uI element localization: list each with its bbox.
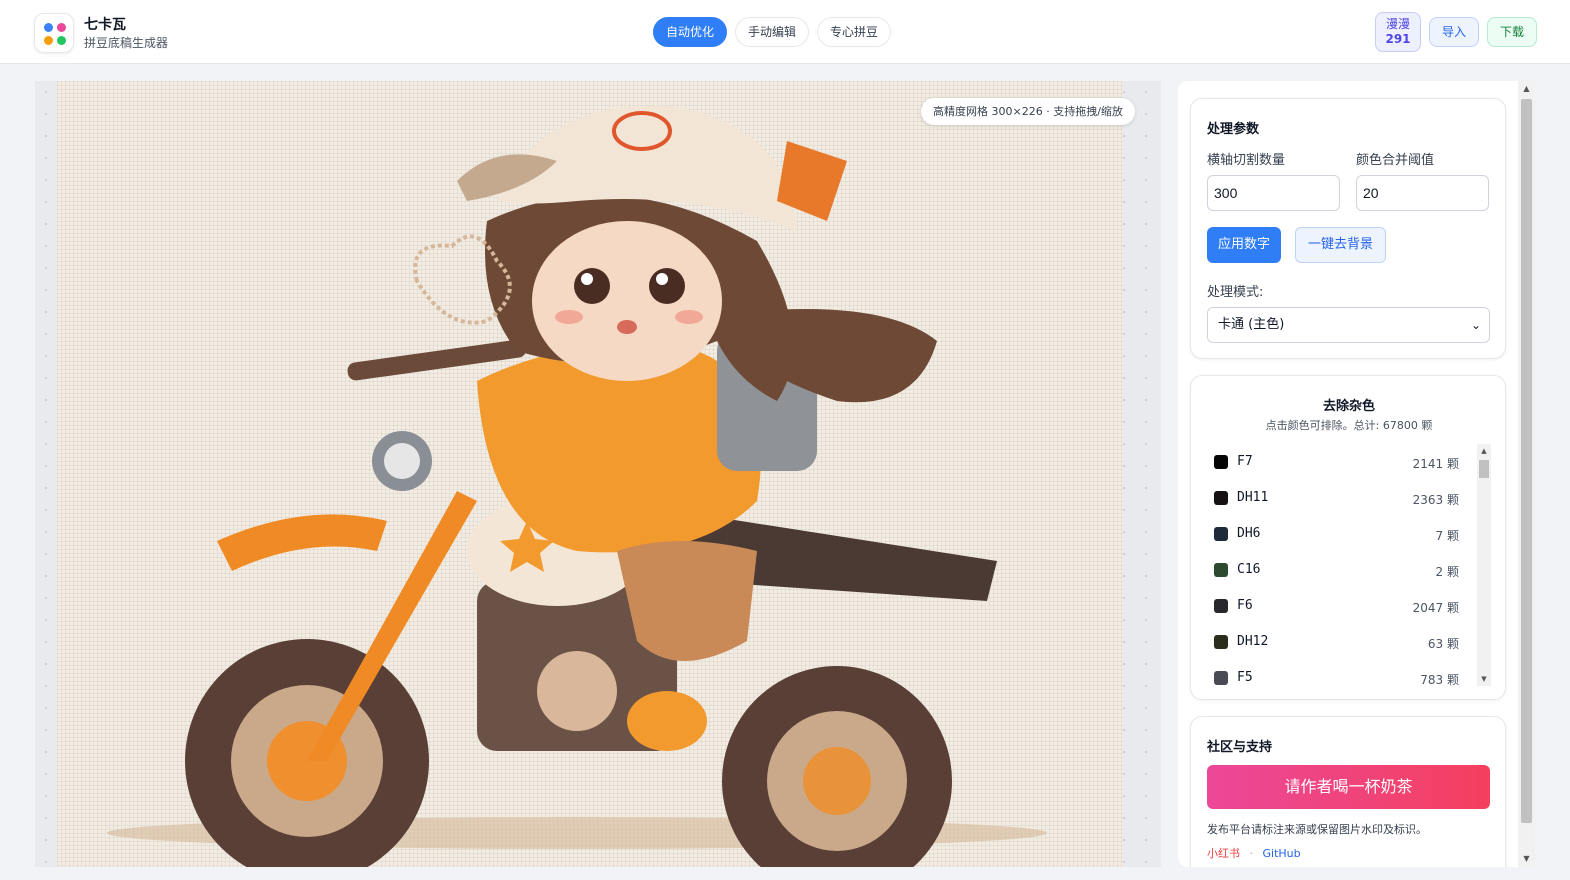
color-swatch [1214, 455, 1228, 469]
mode-select[interactable]: 卡通 (主色) ⌄ [1207, 307, 1490, 343]
color-swatch [1214, 563, 1228, 577]
link-separator: · [1249, 847, 1254, 860]
noise-removal-panel: 去除杂色 点击颜色可排除。总计: 67800 颗 F7 2141 颗 DH11 … [1190, 375, 1506, 700]
color-swatch [1214, 671, 1228, 685]
logo-dot-blue [44, 23, 53, 32]
color-list-scrollbar[interactable]: ▲ ▼ [1477, 444, 1491, 686]
scroll-down-icon[interactable]: ▼ [1518, 851, 1535, 867]
color-code: C16 [1237, 562, 1261, 577]
mode-label: 处理模式: [1207, 285, 1264, 300]
engine-cover [537, 651, 617, 731]
scroll-up-icon[interactable]: ▲ [1518, 81, 1535, 97]
color-count: 7 颗 [1435, 529, 1459, 543]
download-button[interactable]: 下载 [1487, 17, 1538, 47]
pixel-canvas[interactable] [57, 81, 1123, 867]
color-swatch [1214, 599, 1228, 613]
threshold-input[interactable]: 20 [1356, 175, 1489, 211]
headlight-glass [384, 443, 420, 479]
color-list[interactable]: F7 2141 颗 DH11 2363 颗 DH6 7 颗 C16 2 颗 F6 [1207, 444, 1491, 686]
color-code: F6 [1237, 598, 1253, 613]
color-swatch [1214, 491, 1228, 505]
color-count: 2 颗 [1435, 565, 1459, 579]
rider-blush-left [555, 310, 583, 324]
color-swatch [1214, 635, 1228, 649]
color-list-scroll-thumb[interactable] [1479, 460, 1489, 478]
badge-count: 291 [1385, 32, 1411, 46]
page-scrollbar[interactable]: ▲ ▼ [1518, 81, 1535, 867]
logo-dot-yellow [44, 36, 53, 45]
rider-eye-left-shine [581, 273, 593, 285]
rider-eye-left [574, 268, 610, 304]
color-count: 63 颗 [1427, 637, 1459, 651]
color-code: F7 [1237, 454, 1253, 469]
color-swatch [1214, 527, 1228, 541]
color-count: 2047 颗 [1412, 601, 1459, 615]
color-row[interactable]: F7 2141 颗 [1207, 444, 1475, 480]
rider-eye-right [649, 268, 685, 304]
tab-focus-bead[interactable]: 专心拼豆 [817, 17, 892, 47]
rider-boot [627, 691, 707, 751]
import-button[interactable]: 导入 [1429, 17, 1480, 47]
color-row[interactable]: F6 2047 颗 [1207, 588, 1475, 624]
app-title: 七卡瓦 [84, 17, 126, 33]
threshold-label: 颜色合并阈值 [1356, 153, 1435, 168]
page-scroll-thumb[interactable] [1521, 99, 1532, 823]
color-row[interactable]: F5 783 颗 [1207, 660, 1475, 686]
color-row[interactable]: DH11 2363 颗 [1207, 480, 1475, 516]
rear-wheel-hub [803, 747, 871, 815]
color-code: DH12 [1237, 634, 1269, 649]
color-row[interactable]: DH6 7 颗 [1207, 516, 1475, 552]
color-row[interactable]: C16 2 颗 [1207, 552, 1475, 588]
rider-mouth [617, 320, 637, 334]
apply-numbers-button[interactable]: 应用数字 [1207, 227, 1282, 263]
color-code: DH11 [1237, 490, 1269, 505]
color-code: DH6 [1237, 526, 1261, 541]
tip-author-button[interactable]: 请作者喝一杯奶茶 [1207, 765, 1490, 809]
community-links: 小红书 · GitHub [1207, 845, 1301, 861]
front-fender [217, 514, 387, 571]
noise-title: 去除杂色 [1322, 399, 1375, 414]
control-sidebar: 处理参数 横轴切割数量 颜色合并阈值 300 20 应用数字 一键去背景 处理模… [1178, 81, 1518, 867]
tab-manual-edit[interactable]: 手动编辑 [735, 17, 810, 47]
user-badge-button[interactable]: 漫漫 291 [1375, 12, 1421, 52]
community-title: 社区与支持 [1207, 740, 1273, 755]
community-panel: 社区与支持 请作者喝一杯奶茶 发布平台请标注来源或保留图片水印及标识。 小红书 … [1190, 716, 1506, 867]
color-count: 2363 颗 [1412, 493, 1459, 507]
axis-count-label: 横轴切割数量 [1207, 153, 1286, 168]
scroll-down-icon[interactable]: ▼ [1477, 672, 1491, 686]
xiaohongshu-link[interactable]: 小红书 [1207, 847, 1240, 860]
color-code: F5 [1237, 670, 1253, 685]
app-subtitle: 拼豆底稿生成器 [84, 36, 169, 50]
badge-label: 漫漫 [1385, 17, 1410, 31]
noise-subtitle: 点击颜色可排除。总计: 67800 颗 [1265, 419, 1433, 432]
rider-eye-right-shine [656, 273, 668, 285]
color-row[interactable]: DH12 63 颗 [1207, 624, 1475, 660]
pixel-art-motorcycle-girl-image [107, 105, 1047, 867]
attribution-note: 发布平台请标注来源或保留图片水印及标识。 [1207, 823, 1427, 836]
mode-select-value: 卡通 (主色) [1218, 317, 1285, 332]
canvas-area[interactable] [35, 81, 1161, 867]
tab-auto-optimize[interactable]: 自动优化 [653, 17, 728, 47]
rider-blush-right [675, 310, 703, 324]
mode-tabs: 自动优化 手动编辑 专心拼豆 [653, 17, 892, 47]
github-link[interactable]: GitHub [1263, 847, 1301, 860]
logo-dot-green [57, 36, 66, 45]
logo-dot-pink [57, 23, 66, 32]
app-header: 七卡瓦 拼豆底稿生成器 自动优化 手动编辑 专心拼豆 漫漫 291 导入 下载 [0, 0, 1570, 64]
params-title: 处理参数 [1207, 122, 1260, 137]
color-count: 783 颗 [1420, 673, 1459, 686]
color-count: 2141 颗 [1412, 457, 1459, 471]
app-logo [34, 13, 74, 53]
rider-face [532, 221, 722, 381]
remove-background-button[interactable]: 一键去背景 [1295, 227, 1387, 263]
scroll-up-icon[interactable]: ▲ [1477, 444, 1491, 458]
axis-count-input[interactable]: 300 [1207, 175, 1340, 211]
params-panel: 处理参数 横轴切割数量 颜色合并阈值 300 20 应用数字 一键去背景 处理模… [1190, 98, 1506, 359]
grid-info-badge: 高精度网格 300×226 · 支持拖拽/缩放 [921, 98, 1135, 125]
chevron-down-icon: ⌄ [1470, 318, 1481, 332]
